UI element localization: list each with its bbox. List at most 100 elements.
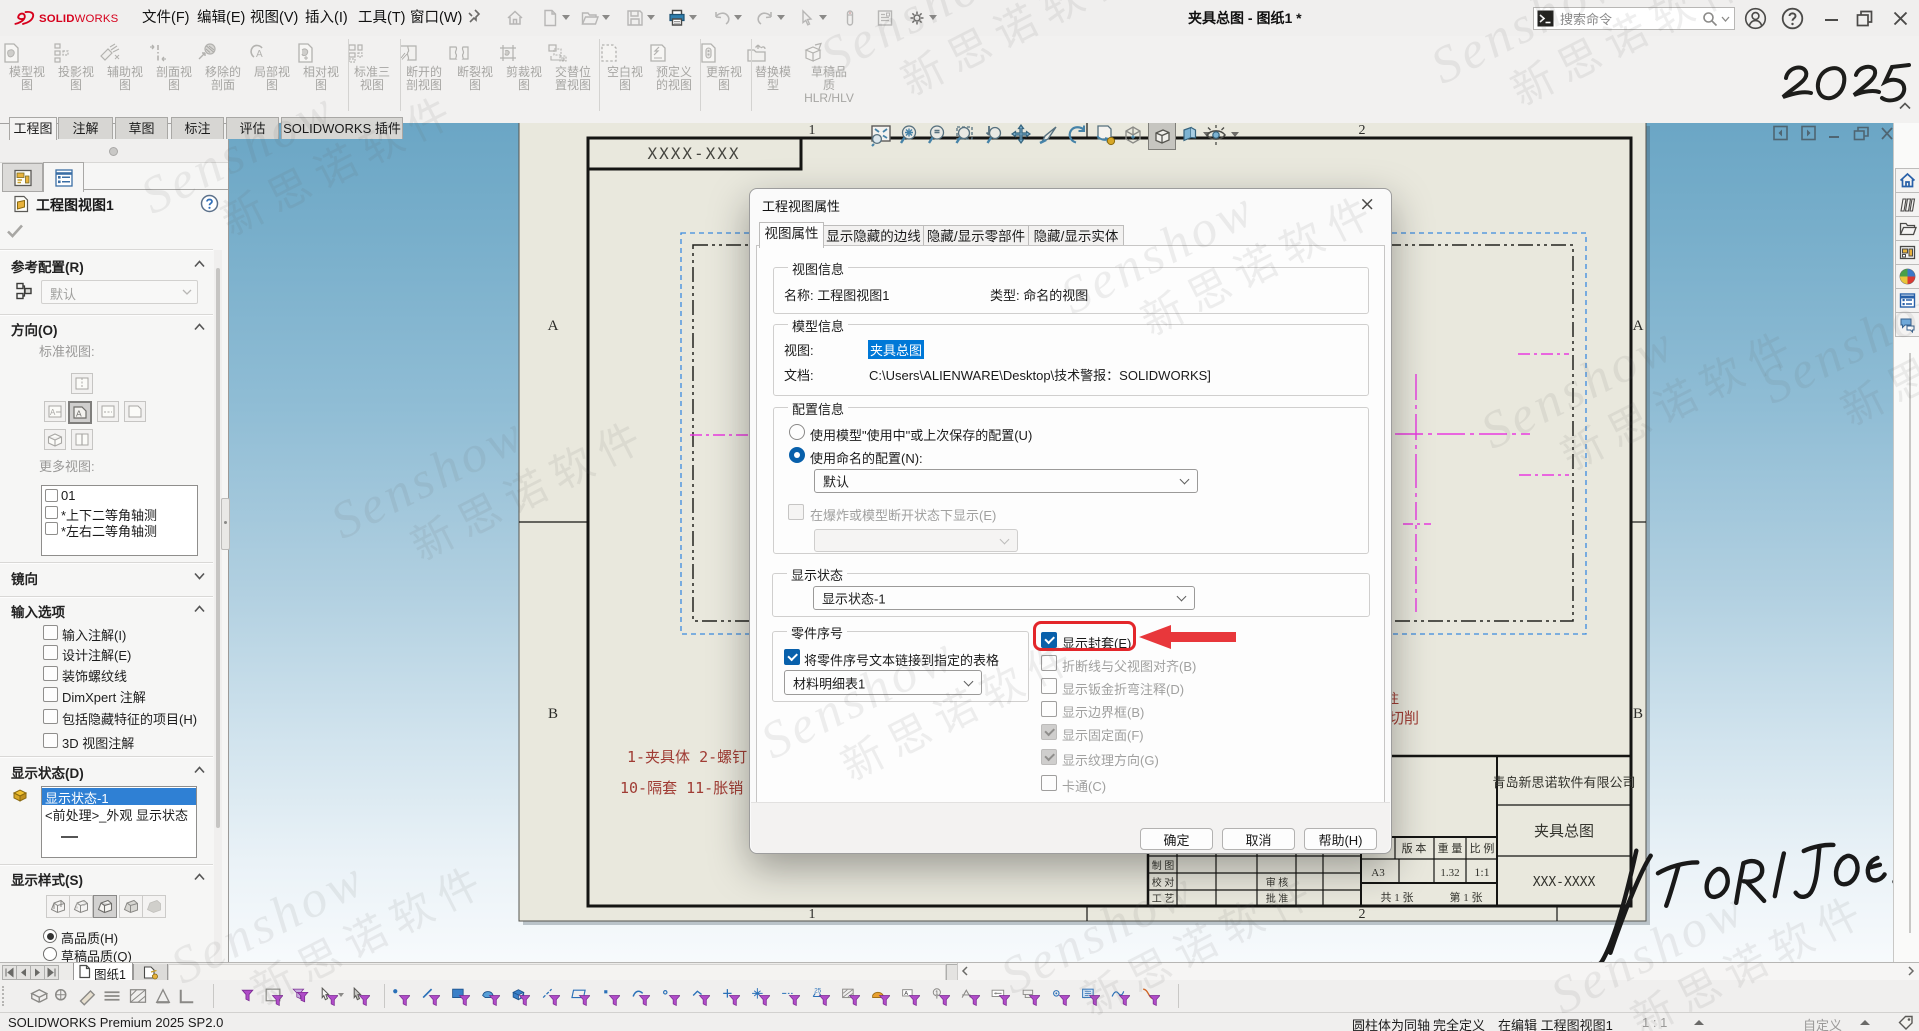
orientation-header[interactable]: 方向(O) xyxy=(11,319,223,339)
chevron-up-icon[interactable] xyxy=(193,766,206,774)
stylus-icon[interactable] xyxy=(840,8,860,28)
filter-balloon-icon[interactable]: 1 xyxy=(930,986,950,1006)
ok-button[interactable]: 确定 xyxy=(1140,828,1213,850)
ribbon-broken-out-section-button[interactable]: 断开的剖视图 xyxy=(395,40,453,92)
datum-flag-icon[interactable] xyxy=(153,986,173,1006)
print-icon[interactable] xyxy=(667,8,687,28)
option-checkbox-2[interactable] xyxy=(1041,655,1057,671)
forum-icon[interactable] xyxy=(1895,312,1919,337)
taskpane-scrollbar[interactable] xyxy=(1909,353,1911,933)
save-icon[interactable] xyxy=(625,8,645,28)
panel-collapse-strip[interactable] xyxy=(0,140,228,163)
close-icon[interactable] xyxy=(1878,125,1893,142)
help-circle-icon[interactable] xyxy=(200,194,219,213)
import-option-checkbox[interactable] xyxy=(43,625,58,640)
display-state-list[interactable]: 显示状态-1<前处理>_外观 显示状态 xyxy=(41,786,197,858)
cancel-button[interactable]: 取消 xyxy=(1222,828,1295,850)
zoom-area-icon[interactable] xyxy=(952,123,978,148)
filter-cosmetic-icon[interactable] xyxy=(1110,986,1130,1006)
option-checkbox-4[interactable] xyxy=(1041,701,1057,717)
dialog-tab-1[interactable]: 视图属性 xyxy=(759,222,824,248)
ribbon-standard-3view-button[interactable]: 标准三视图 xyxy=(343,40,401,92)
display-state-item-selected[interactable]: 显示状态-1 xyxy=(42,788,196,805)
filter-frame-icon[interactable] xyxy=(263,986,283,1006)
hidden-lines-visible-icon[interactable] xyxy=(69,895,93,918)
filter-midpoint-icon[interactable] xyxy=(720,986,740,1006)
minimize-icon[interactable] xyxy=(1820,7,1843,30)
zoom-fit-icon[interactable] xyxy=(868,123,894,148)
shaded-icon[interactable] xyxy=(142,895,166,918)
marker-icon[interactable] xyxy=(78,986,98,1006)
import-option-checkbox[interactable] xyxy=(43,687,58,702)
last-sheet-icon[interactable] xyxy=(44,965,59,980)
collapse-ribbon-icon[interactable] xyxy=(1898,102,1912,110)
dropdown-caret-icon[interactable] xyxy=(734,15,742,20)
search-caret-icon[interactable] xyxy=(1721,16,1730,22)
filter-plane-icon[interactable] xyxy=(570,986,590,1006)
view-palette-icon[interactable] xyxy=(1895,240,1919,265)
more-views-list[interactable]: 01 *上下二等角轴测 *左右二等角轴测 xyxy=(41,485,198,556)
display-state-combo[interactable]: 显示状态-1 xyxy=(813,586,1195,610)
dropdown-caret-icon[interactable] xyxy=(602,15,610,20)
dropdown-caret-icon[interactable] xyxy=(647,15,655,20)
filter-vertex-icon[interactable] xyxy=(390,986,410,1006)
option-checkbox-3[interactable] xyxy=(1041,678,1057,694)
filter-gtol-icon[interactable] xyxy=(990,986,1010,1006)
more-view-item[interactable]: *左右二等角轴测 xyxy=(44,521,194,537)
hide-show-items-icon[interactable] xyxy=(1204,123,1230,148)
tab-addins[interactable]: SOLIDWORKS 插件 xyxy=(281,117,403,139)
filter-cursor2-icon[interactable] xyxy=(350,986,370,1006)
filter-axis-icon[interactable] xyxy=(540,986,560,1006)
filter-sketchseg-icon[interactable] xyxy=(690,986,710,1006)
restore-icon[interactable] xyxy=(1852,125,1871,142)
ribbon-draft-quality-button[interactable]: 草稿品质HLR/HLV xyxy=(800,40,858,105)
more-view-item[interactable]: 01 xyxy=(44,488,194,504)
isometric-view-icon[interactable] xyxy=(44,429,66,450)
chevron-up-icon[interactable] xyxy=(193,260,206,268)
balloon-stack-icon[interactable] xyxy=(52,986,72,1006)
filter-hatch-icon[interactable] xyxy=(840,986,860,1006)
collapse-right-icon[interactable] xyxy=(1800,125,1819,142)
panel-splitter[interactable] xyxy=(221,498,230,550)
new-document-icon[interactable] xyxy=(540,8,560,28)
account-icon[interactable] xyxy=(1744,7,1767,30)
display-state-item[interactable]: <前处理>_外观 显示状态 xyxy=(45,805,188,824)
close-icon[interactable] xyxy=(1358,195,1376,213)
import-option-checkbox[interactable] xyxy=(43,666,58,681)
collapse-left-icon[interactable] xyxy=(1772,125,1791,142)
view-checkbox[interactable] xyxy=(45,489,58,502)
next-sheet-icon[interactable] xyxy=(30,965,45,980)
option-checkbox-7[interactable] xyxy=(1041,775,1057,791)
appearances-icon[interactable] xyxy=(1895,264,1919,289)
graphics-hscrollbar[interactable] xyxy=(957,963,1919,980)
filter-edge-icon[interactable] xyxy=(420,986,440,1006)
tab-annotation[interactable]: 注解 xyxy=(58,117,113,139)
first-sheet-icon[interactable] xyxy=(2,965,17,980)
import-option-checkbox[interactable] xyxy=(43,645,58,660)
tab-drawing[interactable]: 工程图 xyxy=(9,117,57,140)
panel-scrollbar[interactable] xyxy=(214,250,222,962)
view-orientation-icon[interactable] xyxy=(1148,123,1176,150)
tag-icon[interactable] xyxy=(1897,1014,1915,1031)
display-style-header[interactable]: 显示样式(S) xyxy=(11,869,223,889)
wireframe-icon[interactable] xyxy=(46,895,70,918)
dropdown-caret-icon[interactable] xyxy=(819,15,827,20)
right-view-icon[interactable] xyxy=(97,401,119,422)
filter-datum-icon[interactable] xyxy=(1020,986,1040,1006)
filter-solid-icon[interactable] xyxy=(510,986,530,1006)
display-state-header[interactable]: 显示状态(D) xyxy=(11,762,223,782)
lines-icon[interactable] xyxy=(102,986,122,1006)
bom-table-combo[interactable]: 材料明细表1 xyxy=(784,670,982,695)
reference-config-header[interactable]: 参考配置(R) xyxy=(11,256,223,276)
chevron-down-icon[interactable] xyxy=(193,572,206,580)
corner-icon[interactable] xyxy=(177,986,197,1006)
sheet-scale[interactable]: 1 : 1 xyxy=(1642,1015,1667,1030)
command-search-box[interactable]: 搜索命令 xyxy=(1533,7,1735,30)
redo-icon[interactable] xyxy=(755,8,775,28)
filter-note-icon[interactable]: A xyxy=(900,986,920,1006)
view-checkbox[interactable] xyxy=(45,506,58,519)
filter-face-icon[interactable] xyxy=(450,986,470,1006)
search-icon[interactable] xyxy=(1701,10,1719,28)
options-gear-icon[interactable] xyxy=(907,8,927,28)
dropdown-caret-icon[interactable] xyxy=(777,15,785,20)
